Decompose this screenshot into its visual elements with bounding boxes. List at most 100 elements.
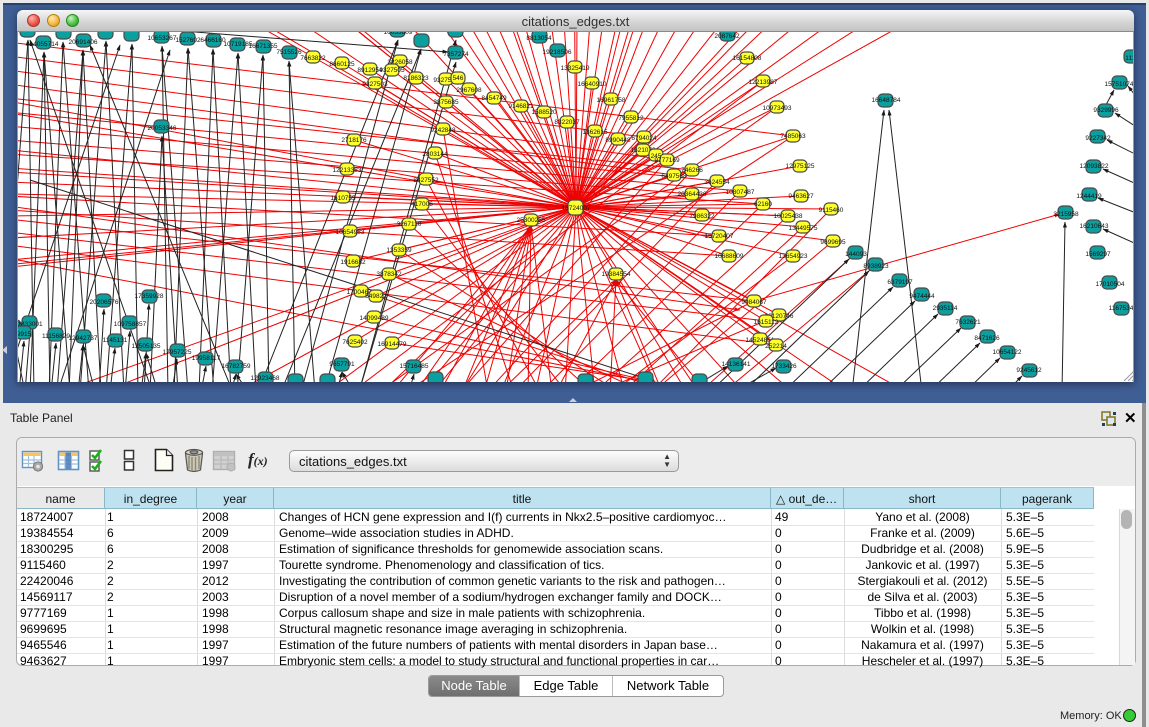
svg-text:7663822: 7663822 [300, 55, 326, 62]
svg-text:16914479: 16914479 [378, 341, 407, 348]
svg-text:17359928: 17359928 [135, 293, 164, 300]
svg-text:9699695: 9699695 [820, 239, 846, 246]
svg-text:17957225: 17957225 [163, 349, 192, 356]
svg-text:20206576: 20206576 [90, 299, 119, 306]
svg-text:3267110: 3267110 [397, 221, 422, 228]
svg-text:8938923: 8938923 [863, 263, 889, 270]
svg-text:13654923: 13654923 [779, 253, 808, 260]
svg-text:10654122: 10654122 [993, 349, 1022, 356]
svg-text:9463627: 9463627 [788, 193, 814, 200]
svg-text:10654983: 10654983 [336, 229, 365, 236]
svg-text:13325419: 13325419 [561, 65, 590, 72]
svg-text:1569297: 1569297 [1085, 251, 1111, 258]
svg-text:417006: 417006 [411, 201, 433, 208]
svg-text:12505135: 12505135 [132, 343, 161, 350]
svg-text:9329996: 9329996 [1093, 107, 1119, 114]
svg-text:20053346: 20053346 [148, 125, 177, 132]
svg-text:2935114: 2935114 [933, 305, 958, 312]
svg-text:9084067: 9084067 [741, 299, 767, 306]
svg-text:16648784: 16648784 [872, 97, 901, 104]
svg-text:12093822: 12093822 [1080, 163, 1109, 170]
svg-text:1588520: 1588520 [531, 109, 557, 116]
svg-text:11156829: 11156829 [42, 333, 70, 340]
svg-text:3875685: 3875685 [433, 99, 459, 106]
svg-text:20691406: 20691406 [69, 39, 98, 46]
svg-text:2967608: 2967608 [456, 87, 482, 94]
svg-text:20364436: 20364436 [678, 191, 707, 198]
svg-text:8471626: 8471626 [974, 335, 1000, 342]
svg-text:9327503: 9327503 [362, 81, 388, 88]
svg-text:1610755: 1610755 [330, 195, 356, 202]
svg-text:7955812: 7955812 [618, 115, 644, 122]
svg-text:1167534: 1167534 [1109, 305, 1133, 312]
svg-text:1362615: 1362615 [582, 129, 608, 136]
svg-text:144093: 144093 [845, 251, 867, 258]
svg-text:1733426: 1733426 [771, 363, 797, 370]
svg-text:546: 546 [453, 75, 464, 82]
svg-text:9777169: 9777169 [654, 157, 680, 164]
svg-text:9115460: 9115460 [819, 207, 844, 214]
svg-text:15751074: 15751074 [1105, 81, 1133, 88]
svg-text:8454749: 8454749 [481, 95, 507, 102]
svg-text:549822: 549822 [365, 293, 387, 300]
svg-text:62160: 62160 [754, 201, 772, 208]
svg-text:9227342: 9227342 [1085, 135, 1111, 142]
svg-text:1244419: 1244419 [1076, 193, 1102, 200]
svg-text:19218506: 19218506 [543, 49, 572, 56]
svg-text:16782759: 16782759 [222, 363, 251, 370]
svg-text:9245612: 9245612 [1016, 367, 1042, 374]
svg-text:10807487: 10807487 [726, 189, 755, 196]
svg-text:252214: 252214 [765, 343, 787, 350]
svg-text:8990448: 8990448 [605, 137, 631, 144]
svg-text:9327505: 9327505 [379, 67, 405, 74]
svg-text:8322037: 8322037 [554, 119, 580, 126]
svg-text:6794024: 6794024 [631, 135, 657, 142]
svg-text:8660125: 8660125 [329, 61, 355, 68]
svg-text:1615112: 1615112 [754, 319, 779, 326]
svg-text:9915: 9915 [18, 331, 32, 338]
svg-text:12213987: 12213987 [749, 79, 778, 86]
svg-text:10973493: 10973493 [763, 105, 792, 112]
svg-text:9657791: 9657791 [329, 361, 355, 368]
svg-text:3624554: 3624554 [704, 179, 730, 186]
svg-text:7632621: 7632621 [955, 319, 981, 326]
svg-text:2803144: 2803144 [422, 151, 448, 158]
svg-text:109758857: 109758857 [114, 321, 147, 328]
svg-text:7625402: 7625402 [342, 339, 368, 346]
svg-text:14136141: 14136141 [722, 361, 751, 368]
svg-text:25300285: 25300285 [517, 217, 546, 224]
svg-text:1916682: 1916682 [340, 259, 366, 266]
svg-text:12213383: 12213383 [333, 167, 362, 174]
svg-text:13449575: 13449575 [789, 225, 818, 232]
svg-text:10653267: 10653267 [148, 35, 177, 42]
svg-text:16154808: 16154808 [733, 55, 762, 62]
svg-text:8186323: 8186323 [403, 75, 429, 82]
svg-text:16210643: 16210643 [1080, 223, 1109, 230]
svg-text:1527602: 1527602 [175, 37, 201, 44]
svg-text:18724007: 18724007 [562, 205, 591, 212]
svg-text:7485063: 7485063 [780, 133, 806, 140]
svg-text:6379197: 6379197 [887, 279, 913, 286]
svg-text:16033809: 16033809 [384, 32, 413, 36]
svg-text:1353359: 1353359 [386, 247, 412, 254]
svg-text:12942737: 12942737 [69, 335, 98, 342]
svg-text:16961758: 16961758 [597, 97, 626, 104]
svg-text:14055714: 14055714 [30, 41, 59, 48]
svg-text:10025438: 10025438 [774, 213, 803, 220]
svg-text:2087642: 2087642 [714, 33, 740, 40]
svg-text:14099489: 14099489 [360, 315, 389, 322]
svg-text:16640910: 16640910 [578, 81, 607, 88]
svg-text:6466160: 6466160 [200, 37, 226, 44]
svg-text:12975125: 12975125 [786, 163, 815, 170]
svg-text:17010504: 17010504 [1096, 281, 1125, 288]
svg-text:7515526: 7515526 [276, 49, 302, 56]
svg-text:2718176: 2718176 [341, 137, 367, 144]
svg-text:9242848: 9242848 [430, 127, 456, 134]
svg-text:10688609: 10688609 [715, 253, 744, 260]
svg-text:9474444: 9474444 [909, 293, 935, 300]
svg-text:7357274: 7357274 [443, 51, 469, 58]
svg-text:3878342: 3878342 [376, 271, 402, 278]
svg-text:9146821: 9146821 [508, 103, 534, 110]
svg-text:19384554: 19384554 [602, 271, 631, 278]
svg-text:8813054: 8813054 [526, 35, 552, 42]
